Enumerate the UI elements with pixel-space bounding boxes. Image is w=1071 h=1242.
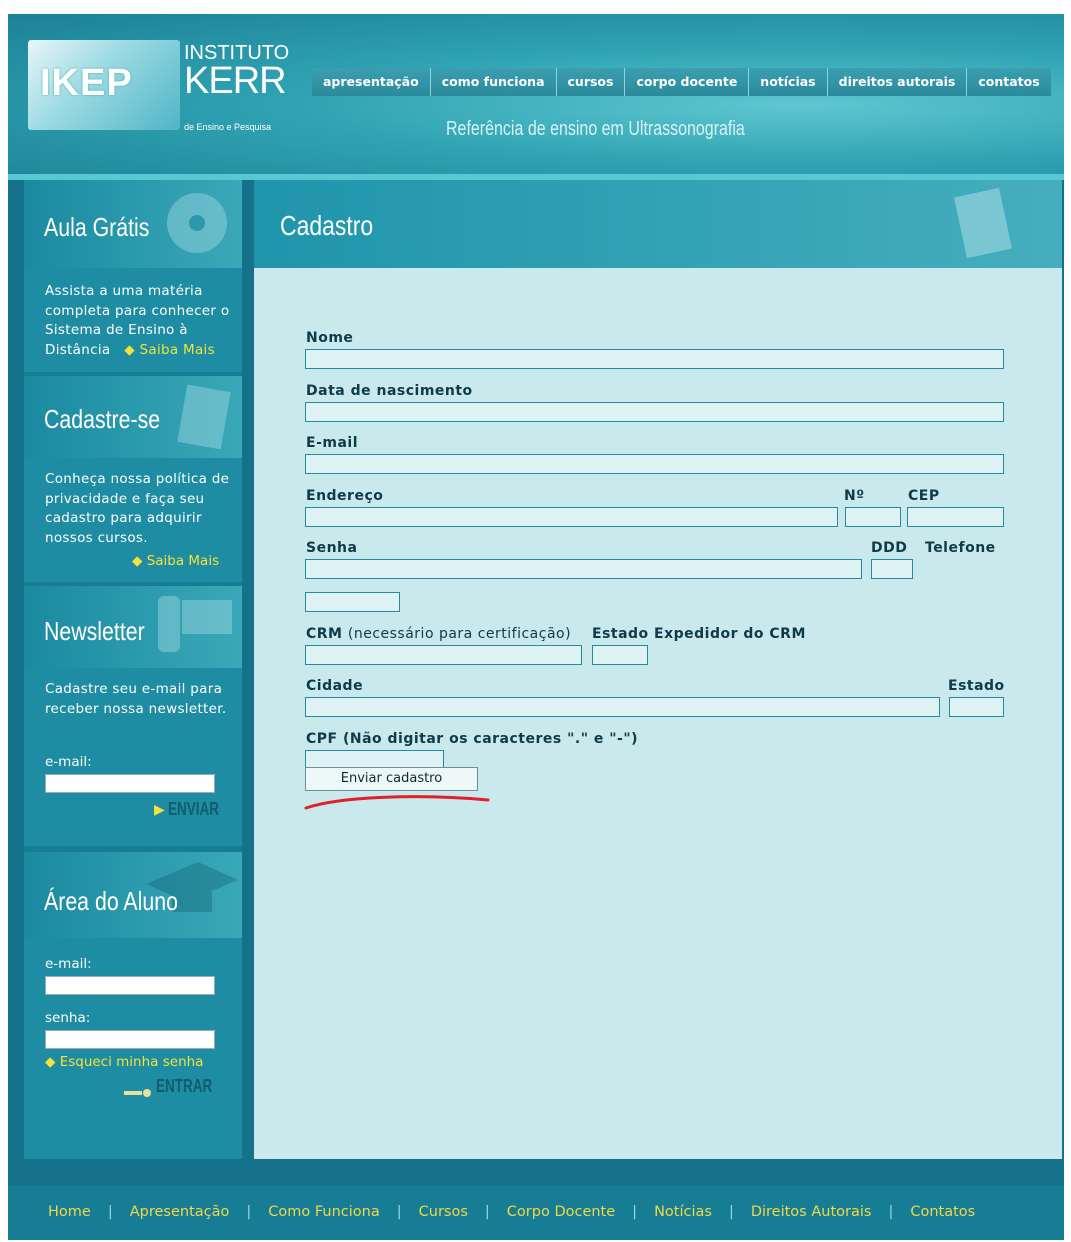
telefone-label: Telefone (925, 540, 996, 556)
nav-apresentacao[interactable]: apresentação (312, 68, 431, 96)
newsletter-header: Newsletter (24, 586, 242, 668)
newsletter-email-label: e-mail: (45, 754, 92, 770)
footer-nav: Home | Apresentação | Como Funciona | Curso… (48, 1204, 976, 1220)
arrow-right-icon: ▶ (154, 802, 165, 818)
site-footer: Home | Apresentação | Como Funciona | Curso… (8, 1186, 1064, 1240)
numero-label: Nº (844, 488, 865, 504)
page: IKEP INSTITUTO KERR de Ensino e Pesquisa… (8, 14, 1064, 1240)
nome-input[interactable] (305, 349, 1004, 369)
estado-crm-input[interactable] (592, 645, 648, 665)
crm-note: (necessário para certificação) (347, 626, 572, 642)
aluno-entrar-button[interactable]: ENTRAR (156, 1076, 212, 1097)
envelope-phone-icon (158, 596, 232, 652)
main-header: Cadastro (254, 180, 1062, 268)
logo-mark-box: IKEP (28, 40, 180, 130)
aula-gratis-body: Assista a uma matéria completa para conh… (24, 268, 242, 372)
telefone-input[interactable] (305, 592, 400, 612)
footer-link-home[interactable]: Home (48, 1204, 91, 1220)
aluno-email-label: e-mail: (45, 956, 92, 972)
clipboard-icon (954, 187, 1012, 259)
senha-label: Senha (306, 540, 358, 556)
page-title: Cadastro (280, 210, 374, 241)
newsletter-enviar-button[interactable]: ENVIAR (168, 799, 219, 820)
nav-contatos[interactable]: contatos (967, 68, 1050, 96)
nascimento-label: Data de nascimento (306, 383, 473, 399)
slogan: Referência de ensino em Ultrassonografia (446, 118, 745, 140)
site-header: IKEP INSTITUTO KERR de Ensino e Pesquisa… (8, 14, 1064, 180)
endereco-label: Endereço (306, 488, 384, 504)
logo-kerr: KERR (184, 60, 287, 102)
nascimento-input[interactable] (305, 402, 1004, 422)
crm-label: CRM (necessário para certificação) (306, 626, 572, 642)
logo-subtitle: de Ensino e Pesquisa (184, 122, 272, 132)
numero-input[interactable] (845, 507, 901, 527)
email-input[interactable] (305, 454, 1004, 474)
logo[interactable]: IKEP INSTITUTO KERR de Ensino e Pesquisa (28, 40, 290, 136)
aula-gratis-header: Aula Grátis (24, 180, 242, 268)
area-aluno-header: Área do Aluno (24, 852, 242, 938)
document-icon (177, 384, 231, 450)
newsletter-body: Cadastre seu e-mail para receber nossa n… (24, 668, 242, 846)
newsletter-text: Cadastre seu e-mail para receber nossa n… (45, 681, 227, 717)
newsletter-title: Newsletter (44, 616, 145, 646)
ddd-label: DDD (871, 540, 908, 556)
cadastre-se-body: Conheça nossa política de privacidade e … (24, 458, 242, 582)
cpf-label: CPF (Não digitar os caracteres "." e "-"… (306, 731, 639, 747)
nome-label: Nome (306, 330, 354, 346)
aluno-senha-input[interactable] (45, 1030, 215, 1049)
estado-label: Estado (948, 678, 1005, 694)
nav-direitos-autorais[interactable]: direitos autorais (828, 68, 968, 96)
footer-link-noticias[interactable]: Notícias (654, 1204, 712, 1220)
area-aluno-title: Área do Aluno (44, 886, 178, 916)
cep-label: CEP (908, 488, 940, 504)
newsletter-email-input[interactable] (45, 774, 215, 793)
sidebar: Aula Grátis Assista a uma matéria comple… (24, 180, 242, 1159)
main-content: Cadastro Nome Data de nascimento E-mail … (254, 180, 1062, 1159)
email-label: E-mail (306, 435, 359, 451)
cd-disc-icon (167, 193, 227, 253)
nav-corpo-docente[interactable]: corpo docente (625, 68, 750, 96)
senha-input[interactable] (305, 559, 862, 579)
ddd-input[interactable] (871, 559, 913, 579)
aula-gratis-saiba-mais[interactable]: ◆ Saiba Mais (115, 342, 215, 358)
cadastre-se-title: Cadastre-se (44, 404, 161, 434)
nav-noticias[interactable]: notícias (749, 68, 828, 96)
cadastre-se-text: Conheça nossa política de privacidade e … (45, 471, 230, 546)
estado-input[interactable] (949, 697, 1004, 717)
nav-cursos[interactable]: cursos (557, 68, 626, 96)
cep-input[interactable] (907, 507, 1004, 527)
cidade-input[interactable] (305, 697, 940, 717)
footer-link-direitos-autorais[interactable]: Direitos Autorais (751, 1204, 872, 1220)
nav-como-funciona[interactable]: como funciona (431, 68, 557, 96)
esqueci-senha-link[interactable]: ◆ Esqueci minha senha (45, 1054, 203, 1070)
cidade-label: Cidade (306, 678, 364, 694)
area-aluno-body: e-mail: senha: ◆ Esqueci minha senha ENT… (24, 938, 242, 1159)
aluno-email-input[interactable] (45, 976, 215, 995)
crm-input[interactable] (305, 645, 582, 665)
logo-mark: IKEP (40, 62, 133, 104)
top-nav: apresentação como funciona cursos corpo … (312, 68, 1051, 96)
footer-link-corpo-docente[interactable]: Corpo Docente (507, 1204, 615, 1220)
aula-gratis-title: Aula Grátis (44, 212, 150, 242)
red-underline-annotation (304, 795, 490, 810)
footer-link-apresentacao[interactable]: Apresentação (130, 1204, 230, 1220)
footer-link-contatos[interactable]: Contatos (910, 1204, 975, 1220)
footer-link-cursos[interactable]: Cursos (419, 1204, 468, 1220)
endereco-input[interactable] (305, 507, 838, 527)
key-icon (124, 1083, 154, 1097)
estado-crm-label: Estado Expedidor do CRM (592, 626, 806, 642)
cadastre-se-saiba-mais[interactable]: ◆ Saiba Mais (132, 553, 219, 569)
footer-link-como-funciona[interactable]: Como Funciona (268, 1204, 379, 1220)
aluno-senha-label: senha: (45, 1010, 91, 1026)
cadastre-se-header: Cadastre-se (24, 376, 242, 458)
